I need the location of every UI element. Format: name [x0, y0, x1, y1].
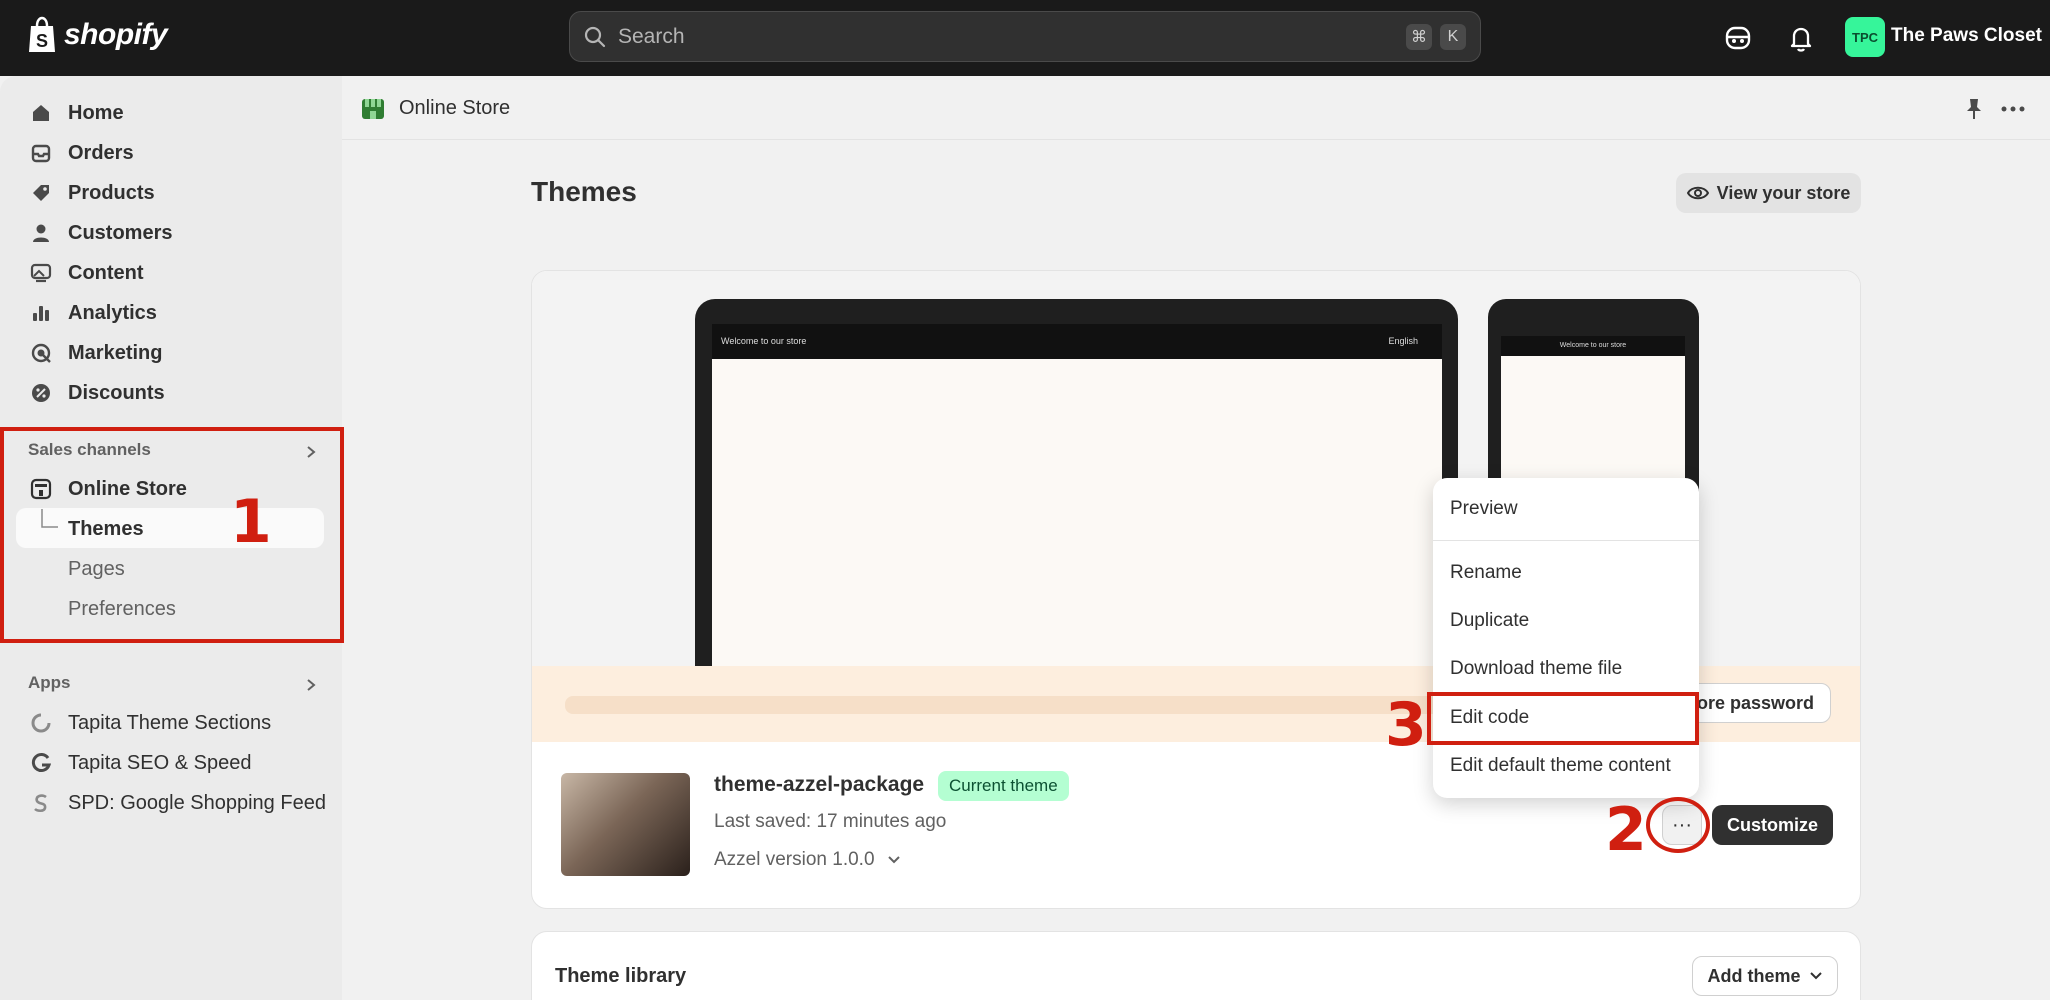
- store-name[interactable]: The Paws Closet: [1891, 25, 2042, 47]
- svg-text:S: S: [36, 31, 48, 51]
- theme-library-card: Theme library Add theme: [531, 931, 1861, 1000]
- menu-item-edit-default-content[interactable]: Edit default theme content: [1450, 755, 1671, 777]
- annotation-step-2: 2: [1605, 795, 1647, 865]
- theme-version-dropdown[interactable]: Azzel version 1.0.0: [714, 849, 901, 871]
- inbox-icon: [31, 144, 51, 163]
- store-avatar[interactable]: TPC: [1845, 17, 1885, 57]
- shopify-bag-icon: S: [29, 16, 55, 52]
- breadcrumb[interactable]: Online Store: [399, 97, 510, 120]
- theme-library-title: Theme library: [555, 965, 687, 987]
- sidebar-item-label: Orders: [68, 141, 134, 164]
- sidebar-item-customers[interactable]: Customers: [30, 215, 172, 251]
- sidebar-app-label: Tapita Theme Sections: [68, 711, 272, 734]
- menu-divider: [1433, 540, 1699, 541]
- menu-item-preview[interactable]: Preview: [1450, 498, 1518, 520]
- bell-icon[interactable]: [1785, 22, 1817, 54]
- target-icon: [31, 343, 51, 363]
- shopify-logo[interactable]: S shopify: [26, 16, 168, 54]
- current-theme-badge: Current theme: [938, 771, 1069, 801]
- pin-icon[interactable]: [1963, 97, 1985, 121]
- sidebar-app-label: SPD: Google Shopping Feed: [68, 791, 326, 814]
- home-icon: [33, 105, 49, 121]
- sidebar-item-discounts[interactable]: Discounts: [30, 375, 165, 411]
- search-bar[interactable]: Search ⌘ K: [569, 11, 1481, 62]
- menu-item-download-theme-file[interactable]: Download theme file: [1450, 658, 1622, 680]
- sidebar-item-label: Products: [68, 181, 155, 204]
- mobile-preview-announcement: Welcome to our store: [1501, 336, 1685, 356]
- sidebar-item-orders[interactable]: Orders: [30, 135, 134, 171]
- top-bar: S shopify Search ⌘ K TPC The Paws Closet: [0, 0, 2050, 76]
- menu-item-duplicate[interactable]: Duplicate: [1450, 610, 1529, 632]
- theme-thumbnail: [561, 773, 690, 876]
- more-options-icon[interactable]: [2000, 102, 2026, 116]
- menu-item-rename[interactable]: Rename: [1450, 562, 1522, 584]
- theme-version-label: Azzel version 1.0.0: [714, 849, 875, 870]
- sidebar-item-label: Content: [68, 261, 144, 284]
- annotation-circle-actions: [1646, 797, 1710, 853]
- annotation-step-3: 3: [1385, 690, 1427, 760]
- sidebar-app-tapita-sections[interactable]: Tapita Theme Sections: [30, 705, 271, 741]
- annotation-box-sales-channels: [0, 427, 344, 643]
- online-store-icon: [362, 99, 384, 119]
- search-placeholder: Search: [618, 24, 685, 48]
- theme-actions-menu: Preview Rename Duplicate Download theme …: [1433, 478, 1699, 798]
- sidebar-app-spd-feed[interactable]: SPD: Google Shopping Feed: [30, 785, 326, 821]
- desktop-preview-screen: [712, 359, 1442, 666]
- brand-name: shopify: [64, 18, 168, 51]
- shortcut-key-cmd: ⌘: [1406, 23, 1432, 50]
- store-password-button[interactable]: tore password: [1679, 683, 1831, 723]
- sidebar-item-products[interactable]: Products: [30, 175, 155, 211]
- page-title: Themes: [531, 176, 637, 207]
- search-icon: [584, 26, 606, 47]
- sidekick-icon[interactable]: [1722, 22, 1754, 54]
- sidebar-item-home[interactable]: Home: [30, 95, 124, 131]
- last-saved-text: Last saved: 17 minutes ago: [714, 811, 947, 832]
- sidebar-item-marketing[interactable]: Marketing: [30, 335, 162, 371]
- chevron-down-icon: [1809, 972, 1822, 980]
- sidebar-item-content[interactable]: Content: [30, 255, 144, 291]
- customize-button[interactable]: Customize: [1712, 805, 1833, 845]
- spd-app-icon: [34, 794, 47, 813]
- add-theme-button[interactable]: Add theme: [1692, 956, 1838, 996]
- sidebar-item-label: Home: [68, 101, 124, 124]
- sidebar-app-tapita-seo[interactable]: Tapita SEO & Speed: [30, 745, 251, 781]
- person-icon: [33, 224, 49, 242]
- eye-icon: [1686, 186, 1709, 200]
- sidebar-item-label: Analytics: [68, 301, 157, 324]
- annotation-step-1: 1: [230, 487, 272, 557]
- sidebar-item-label: Discounts: [68, 381, 165, 404]
- desktop-preview-announcement: Welcome to our store: [721, 336, 807, 346]
- discount-icon: [32, 384, 50, 402]
- shortcut-key-k: K: [1440, 23, 1466, 50]
- view-store-label: View your store: [1716, 182, 1851, 203]
- image-icon: [30, 263, 52, 283]
- add-theme-label: Add theme: [1707, 965, 1801, 986]
- chevron-right-icon[interactable]: [304, 678, 318, 692]
- view-store-button[interactable]: View your store: [1676, 173, 1861, 213]
- desktop-preview: Welcome to our store English: [695, 299, 1458, 666]
- chevron-down-icon: [887, 856, 900, 864]
- annotation-box-edit-code: [1427, 692, 1699, 745]
- breadcrumb-bar: [342, 76, 2050, 140]
- desktop-preview-header: Welcome to our store English: [712, 324, 1442, 359]
- bar-chart-icon: [33, 306, 49, 321]
- sidebar-item-analytics[interactable]: Analytics: [30, 295, 157, 331]
- tag-icon: [33, 185, 49, 201]
- tapita-seo-app-icon: [31, 753, 52, 772]
- theme-name: theme-azzel-package: [714, 773, 925, 796]
- sidebar-item-label: Customers: [68, 221, 173, 244]
- apps-heading: Apps: [28, 673, 71, 692]
- tapita-app-icon: [31, 713, 51, 733]
- sidebar-app-label: Tapita SEO & Speed: [68, 751, 252, 774]
- sidebar-item-label: Marketing: [68, 341, 163, 364]
- desktop-preview-language: English: [1388, 336, 1418, 346]
